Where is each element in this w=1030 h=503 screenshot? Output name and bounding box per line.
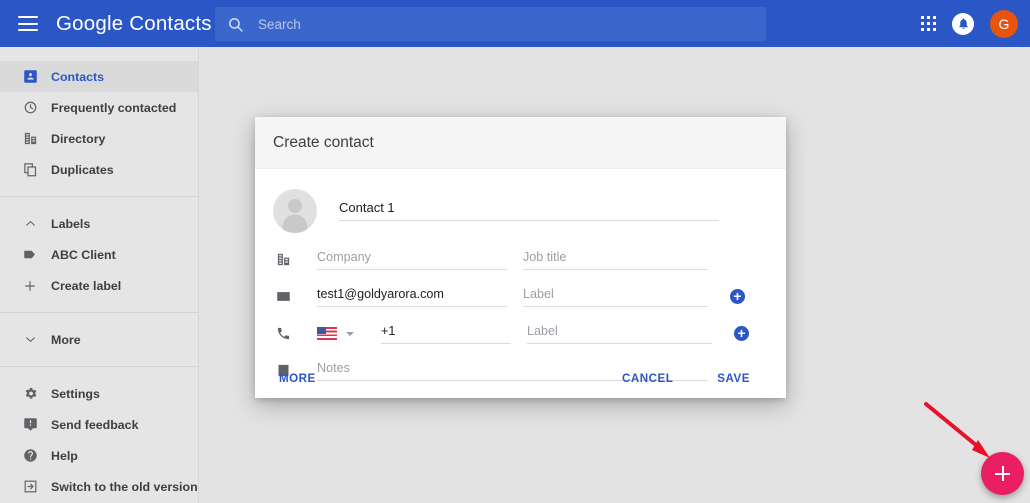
more-button[interactable]: MORE — [279, 372, 316, 385]
email-row — [273, 278, 768, 315]
feedback-icon — [21, 416, 39, 434]
dialog-footer: MORE CANCEL SAVE — [255, 358, 786, 398]
top-app-bar: Google Contacts G — [0, 0, 1030, 47]
search-bar[interactable] — [215, 7, 766, 41]
sidebar-item-label: Settings — [51, 386, 100, 401]
envelope-icon — [273, 289, 293, 304]
name-row — [273, 185, 768, 233]
apps-grid-icon[interactable] — [921, 16, 936, 31]
contact-card-icon — [21, 68, 39, 86]
building-icon — [21, 130, 39, 148]
building-icon — [273, 252, 293, 267]
chevron-down-icon — [346, 331, 354, 336]
sidebar-item-label: Contacts — [51, 69, 105, 84]
sidebar-item-abc-client[interactable]: ABC Client — [0, 239, 198, 270]
brand-contacts: Contacts — [129, 11, 212, 35]
sidebar-item-label: ABC Client — [51, 247, 116, 262]
add-email-button[interactable] — [730, 289, 745, 304]
sidebar: Contacts Frequently contacted Directory — [0, 47, 199, 503]
phone-country-select[interactable] — [317, 327, 375, 340]
sidebar-item-help[interactable]: Help — [0, 440, 198, 471]
topbar-actions: G — [921, 0, 1018, 47]
create-contact-fab[interactable] — [981, 452, 1024, 495]
save-button[interactable]: SAVE — [717, 372, 750, 385]
sidebar-item-label: Send feedback — [51, 417, 139, 432]
name-input[interactable] — [339, 199, 719, 221]
company-input[interactable] — [317, 249, 507, 270]
sidebar-item-label: Create label — [51, 278, 122, 293]
us-flag-icon — [317, 327, 337, 340]
sidebar-item-send-feedback[interactable]: Send feedback — [0, 409, 198, 440]
copy-icon — [21, 161, 39, 179]
user-avatar[interactable]: G — [990, 9, 1018, 38]
sidebar-item-directory[interactable]: Directory — [0, 123, 198, 154]
gear-icon — [21, 385, 39, 403]
sidebar-item-label: Help — [51, 448, 78, 463]
sidebar-item-settings[interactable]: Settings — [0, 378, 198, 409]
phone-row — [273, 315, 768, 352]
sidebar-item-labels[interactable]: Labels — [0, 208, 198, 239]
dialog-title: Create contact — [273, 133, 374, 151]
sidebar-divider-3 — [0, 366, 198, 367]
sidebar-item-frequently-contacted[interactable]: Frequently contacted — [0, 92, 198, 123]
dialog-header: Create contact — [255, 117, 786, 169]
sidebar-item-more[interactable]: More — [0, 324, 198, 355]
sidebar-item-duplicates[interactable]: Duplicates — [0, 154, 198, 185]
plus-icon — [21, 277, 39, 295]
name-field-wrap — [339, 185, 768, 221]
sidebar-item-label: Duplicates — [51, 162, 114, 177]
sidebar-divider-1 — [0, 196, 198, 197]
search-icon — [227, 16, 244, 33]
app-brand: Google Contacts — [56, 12, 212, 36]
phone-input[interactable] — [381, 323, 511, 344]
bell-icon[interactable] — [952, 12, 974, 35]
sidebar-item-switch-old-version[interactable]: Switch to the old version — [0, 471, 198, 502]
company-row — [273, 241, 768, 278]
clock-history-icon — [21, 99, 39, 117]
brand-google: Google — [56, 11, 124, 35]
sidebar-item-label: Switch to the old version — [51, 479, 198, 494]
sidebar-item-label: Frequently contacted — [51, 100, 177, 115]
hamburger-menu-icon[interactable] — [18, 16, 38, 31]
dialog-body — [255, 169, 786, 389]
cancel-button[interactable]: CANCEL — [622, 372, 673, 385]
email-label-input[interactable] — [523, 286, 708, 307]
sidebar-item-create-label[interactable]: Create label — [0, 270, 198, 301]
chevron-up-icon — [21, 215, 39, 233]
sidebar-item-contacts[interactable]: Contacts — [0, 61, 198, 92]
phone-icon — [273, 326, 293, 341]
exit-arrow-icon — [21, 478, 39, 496]
sidebar-divider-2 — [0, 312, 198, 313]
create-contact-dialog: Create contact Contact 1 Company Job tit… — [255, 117, 786, 398]
sidebar-item-label: Directory — [51, 131, 106, 146]
email-input[interactable] — [317, 286, 507, 307]
help-circle-icon — [21, 447, 39, 465]
phone-label-input[interactable] — [527, 323, 712, 344]
chevron-down-icon — [21, 331, 39, 349]
sidebar-item-label: Labels — [51, 216, 91, 231]
app-root: Google Contacts G — [0, 0, 1030, 503]
job-title-input[interactable] — [523, 249, 708, 270]
person-placeholder-icon[interactable] — [273, 189, 317, 233]
search-input[interactable] — [258, 16, 738, 32]
sidebar-item-label: More — [51, 332, 81, 347]
label-tag-icon — [21, 246, 39, 264]
add-phone-button[interactable] — [734, 326, 749, 341]
